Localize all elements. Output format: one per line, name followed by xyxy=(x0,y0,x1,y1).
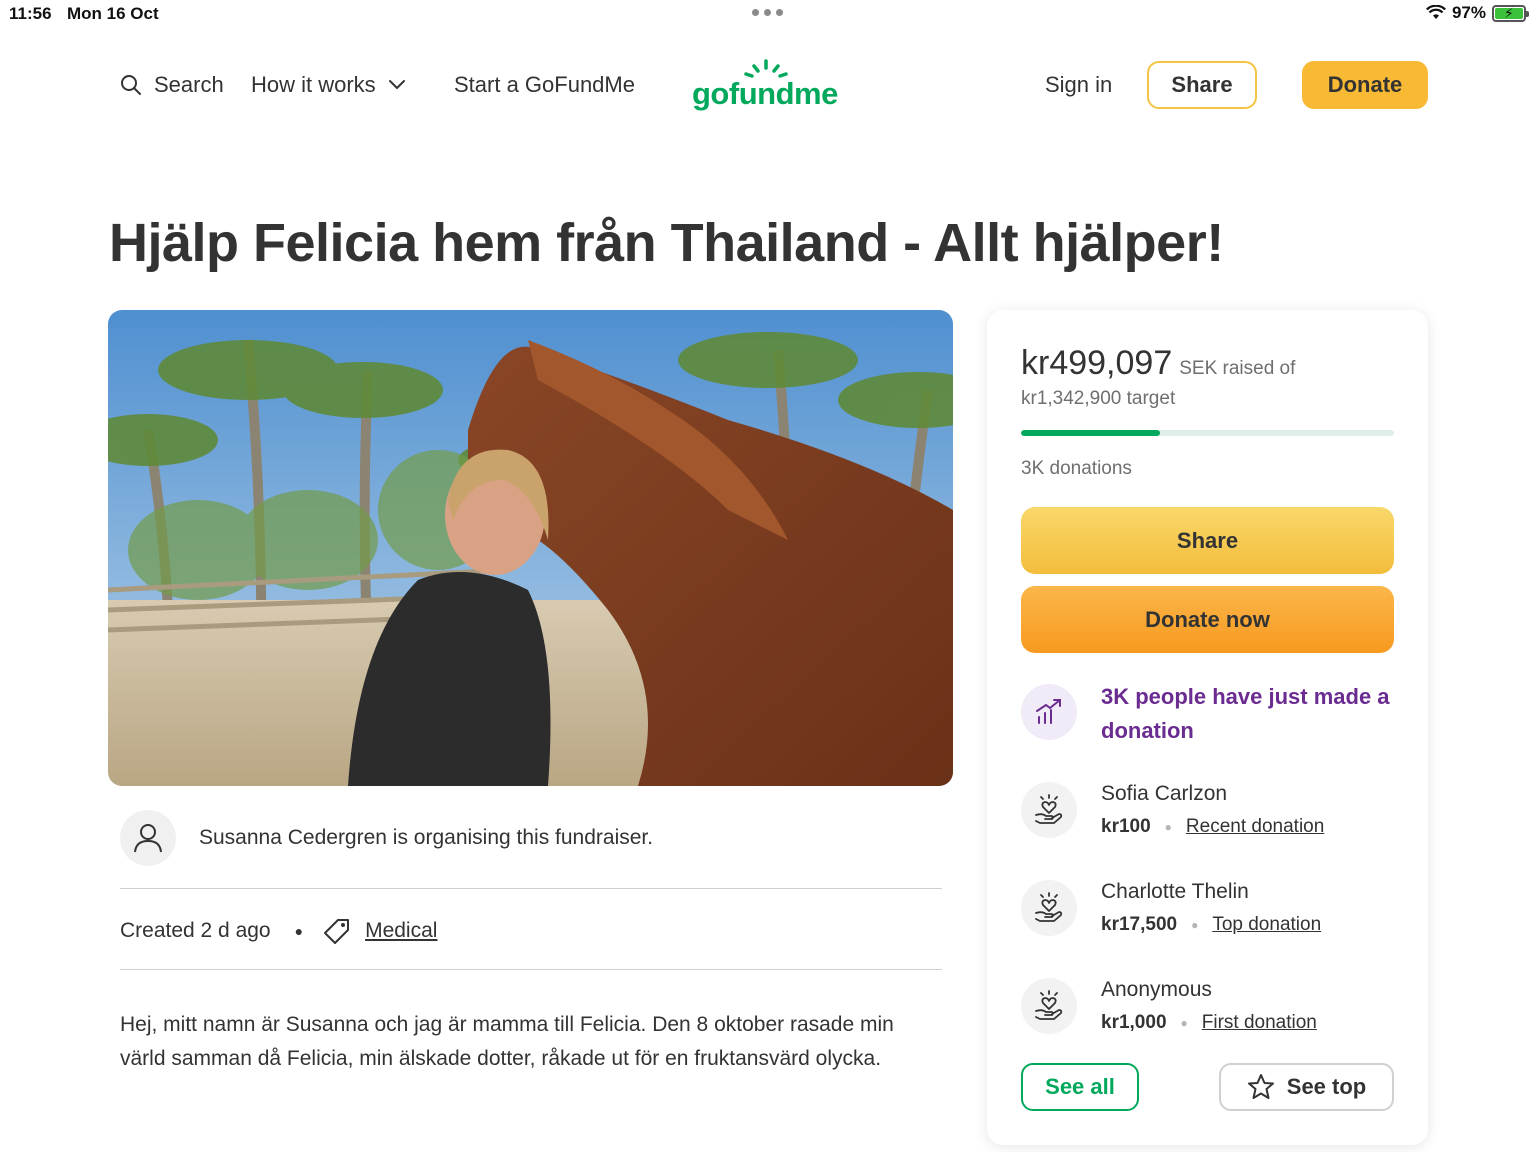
donation-type-link[interactable]: Top donation xyxy=(1212,914,1321,936)
trend-text: 3K people have just made a donation xyxy=(1101,684,1390,743)
story-paragraph: Hej, mitt namn är Susanna och jag är mam… xyxy=(120,1013,894,1070)
heart-hand-icon xyxy=(1035,892,1063,922)
campaign-hero-image[interactable] xyxy=(108,310,953,786)
donor-name: Charlotte Thelin xyxy=(1101,880,1249,903)
divider xyxy=(120,969,942,970)
user-icon xyxy=(134,824,162,853)
see-top-label: See top xyxy=(1286,1074,1367,1099)
separator-dot: ● xyxy=(1191,918,1199,932)
created-date: Created 2 d ago xyxy=(120,919,271,942)
top-navigation: Search How it works Start a GoFundMe gof… xyxy=(0,58,1536,116)
donate-now-button[interactable]: Donate now xyxy=(1021,586,1394,653)
heart-hand-icon xyxy=(1035,990,1063,1020)
tag-icon xyxy=(324,919,350,944)
hero-illustration xyxy=(108,310,953,786)
avatar xyxy=(120,810,176,866)
donor-detail: kr17,500 ● Top donation xyxy=(1101,914,1321,936)
status-time: 11:56 xyxy=(9,4,52,23)
divider xyxy=(120,888,942,889)
donation-type-link[interactable]: First donation xyxy=(1202,1012,1317,1034)
header-donate-button[interactable]: Donate xyxy=(1302,61,1428,109)
donation-count: 3K donations xyxy=(1021,458,1132,479)
see-top-button[interactable]: See top xyxy=(1219,1063,1394,1111)
donor-amount: kr17,500 xyxy=(1101,914,1178,935)
organiser-text: Susanna Cedergren is organising this fun… xyxy=(199,826,654,849)
multitasking-dots[interactable] xyxy=(752,9,783,16)
search-label: Search xyxy=(154,72,224,97)
list-item: Sofia Carlzon kr100 ● Recent donation xyxy=(1021,782,1394,842)
donation-summary-card: kr499,097 SEK raised of kr1,342,900 targ… xyxy=(987,310,1428,1145)
trend-icon-badge xyxy=(1021,684,1077,740)
trend-notice: 3K people have just made a donation xyxy=(1021,680,1394,750)
logo-text: gofundme xyxy=(692,76,838,111)
donor-detail: kr1,000 ● First donation xyxy=(1101,1012,1317,1034)
donor-name: Sofia Carlzon xyxy=(1101,782,1228,805)
campaign-meta: Created 2 d ago ● Medical xyxy=(120,910,437,952)
donor-name: Anonymous xyxy=(1101,978,1212,1001)
share-button[interactable]: Share xyxy=(1021,507,1394,574)
target-amount: kr1,342,900 target xyxy=(1021,388,1176,409)
battery-icon: ⚡ xyxy=(1492,4,1529,22)
gofundme-logo[interactable]: gofundme xyxy=(692,58,852,112)
category-link[interactable]: Medical xyxy=(365,919,437,943)
donor-amount: kr100 xyxy=(1101,816,1151,837)
search-icon xyxy=(121,75,141,95)
list-item: Charlotte Thelin kr17,500 ● Top donation xyxy=(1021,880,1394,940)
page-title: Hjälp Felicia hem från Thailand - Allt h… xyxy=(109,213,1224,273)
raised-amount: kr499,097 SEK raised of xyxy=(1021,344,1295,383)
raised-suffix: SEK raised of xyxy=(1179,358,1296,379)
start-gofundme-link[interactable]: Start a GoFundMe xyxy=(454,72,635,98)
battery-percent: 97% xyxy=(1451,3,1486,22)
status-date: Mon 16 Oct xyxy=(67,4,159,23)
separator-dot: ● xyxy=(1180,1016,1188,1030)
donor-detail: kr100 ● Recent donation xyxy=(1101,816,1324,838)
progress-fill xyxy=(1021,430,1160,436)
raised-value: kr499,097 xyxy=(1021,344,1173,382)
see-all-button[interactable]: See all xyxy=(1021,1063,1139,1111)
donor-avatar xyxy=(1021,880,1077,936)
header-share-button[interactable]: Share xyxy=(1147,61,1257,109)
wifi-icon xyxy=(1425,5,1446,19)
list-item: Anonymous kr1,000 ● First donation xyxy=(1021,978,1394,1038)
heart-hand-icon xyxy=(1035,794,1063,824)
progress-bar xyxy=(1021,430,1394,436)
organiser-row: Susanna Cedergren is organising this fun… xyxy=(120,810,942,866)
how-it-works-menu[interactable]: How it works xyxy=(251,72,406,98)
donor-avatar xyxy=(1021,782,1077,838)
donor-avatar xyxy=(1021,978,1077,1034)
status-bar: 11:56 Mon 16 Oct 97% ⚡ xyxy=(0,0,1536,30)
how-it-works-label: How it works xyxy=(251,72,376,97)
chevron-down-icon xyxy=(388,80,405,90)
star-icon xyxy=(1247,1074,1274,1099)
separator-dot: ● xyxy=(294,923,304,939)
donor-amount: kr1,000 xyxy=(1101,1012,1167,1033)
donation-type-link[interactable]: Recent donation xyxy=(1186,816,1324,838)
separator-dot: ● xyxy=(1164,820,1172,834)
sign-in-link[interactable]: Sign in xyxy=(1045,72,1112,98)
status-indicators: 97% ⚡ xyxy=(1425,3,1529,23)
search-link[interactable]: Search xyxy=(120,72,224,98)
trend-up-icon xyxy=(1036,699,1061,724)
